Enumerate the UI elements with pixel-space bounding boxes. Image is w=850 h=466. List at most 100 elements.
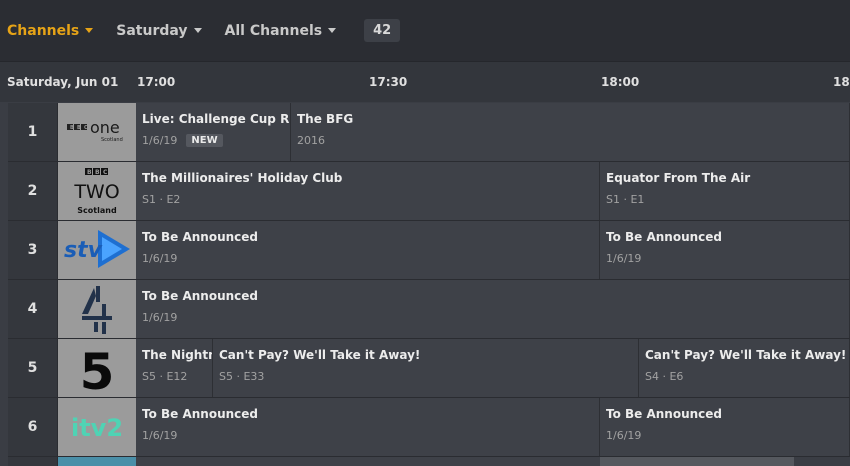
program-cell[interactable]: To Be Announced 1/6/19 <box>136 280 850 338</box>
program-cell-partial[interactable] <box>600 457 794 466</box>
svg-text:stv: stv <box>64 238 103 263</box>
program-meta: 1/6/19 NEW <box>142 134 290 147</box>
time-tick: 17:00 <box>137 75 176 89</box>
svg-text:B: B <box>95 169 100 176</box>
channel-number: 4 <box>8 280 58 338</box>
channel-number-partial <box>8 457 58 466</box>
program-meta: 1/6/19 <box>142 311 849 324</box>
svg-text:C: C <box>103 169 108 176</box>
channel-count-badge: 42 <box>364 19 401 42</box>
channel-row: 2 B B C TWO Scotland The Millionaires' H… <box>8 162 850 221</box>
program-subtitle: 2016 <box>297 134 325 147</box>
day-dropdown[interactable]: Saturday <box>116 22 202 39</box>
program-meta: S5 · E12 <box>142 370 212 383</box>
program-meta: 1/6/19 <box>606 429 849 442</box>
channel-row: 5 5 The Nightm S5 · E12 Can't Pay? We'll… <box>8 339 850 398</box>
time-tick: 17:30 <box>369 75 408 89</box>
caret-down-icon <box>193 28 202 33</box>
top-bar: Channels Saturday All Channels 42 <box>0 0 850 62</box>
channel-number: 3 <box>8 221 58 279</box>
stv-logo[interactable]: stv <box>58 221 136 279</box>
program-cell[interactable]: The BFG 2016 <box>291 103 850 161</box>
program-subtitle: 1/6/19 <box>142 311 178 324</box>
svg-text:5: 5 <box>80 343 115 397</box>
caret-down-icon <box>328 28 337 33</box>
program-cell[interactable]: Can't Pay? We'll Take it Away! S4 · E6 <box>639 339 850 397</box>
svg-text:itv2: itv2 <box>71 414 123 442</box>
program-cell[interactable]: Can't Pay? We'll Take it Away! S5 · E33 <box>213 339 639 397</box>
channel-row: 1 B B C one Scotland Live: Challenge Cup… <box>8 103 850 162</box>
program-subtitle: S5 · E12 <box>142 370 188 383</box>
time-bar: Saturday, Jun 01 17:00 17:30 18:00 18: <box>0 62 850 102</box>
program-title: The Nightm <box>142 348 212 362</box>
program-meta: S4 · E6 <box>645 370 849 383</box>
program-title: Live: Challenge Cup Rug <box>142 112 290 126</box>
program-subtitle: S4 · E6 <box>645 370 684 383</box>
channel-number: 5 <box>8 339 58 397</box>
program-meta: S1 · E1 <box>606 193 849 206</box>
channel-row: 4 To Be Announced 1/6/19 <box>8 280 850 339</box>
program-title: To Be Announced <box>142 289 259 303</box>
program-title: To Be Announced <box>606 230 723 244</box>
program-title: To Be Announced <box>142 230 259 244</box>
program-cell[interactable]: To Be Announced 1/6/19 <box>600 221 850 279</box>
program-cell[interactable]: To Be Announced 1/6/19 <box>136 398 600 456</box>
day-dropdown-label: Saturday <box>116 22 188 39</box>
program-subtitle: S5 · E33 <box>219 370 265 383</box>
program-cell-partial[interactable] <box>136 457 600 466</box>
bbc-one-scotland-logo[interactable]: B B C one Scotland <box>58 103 136 161</box>
bbc-two-scotland-logo[interactable]: B B C TWO Scotland <box>58 162 136 220</box>
program-subtitle: 1/6/19 <box>142 429 178 442</box>
program-cell[interactable]: Equator From The Air S1 · E1 <box>600 162 850 220</box>
program-subtitle: 1/6/19 <box>142 134 178 147</box>
svg-text:Scotland: Scotland <box>77 206 117 215</box>
new-badge: NEW <box>186 134 223 147</box>
program-subtitle: 1/6/19 <box>606 429 642 442</box>
program-title: To Be Announced <box>606 407 723 421</box>
program-title: Can't Pay? We'll Take it Away! <box>219 348 421 362</box>
svg-text:TWO: TWO <box>73 181 119 203</box>
program-meta: S5 · E33 <box>219 370 638 383</box>
program-subtitle: 1/6/19 <box>142 252 178 265</box>
program-title: The BFG <box>297 112 354 126</box>
channel-row-partial <box>8 457 850 466</box>
program-title: Equator From The Air <box>606 171 751 185</box>
program-cell[interactable]: To Be Announced 1/6/19 <box>136 221 600 279</box>
program-meta: 2016 <box>297 134 849 147</box>
channel-logo-partial[interactable] <box>58 457 136 466</box>
svg-text:C: C <box>84 125 88 131</box>
channel-4-logo[interactable] <box>58 280 136 338</box>
channel-5-logo[interactable]: 5 <box>58 339 136 397</box>
channel-row: 3 stv To Be Announced 1/6/19 To Be Annou… <box>8 221 850 280</box>
program-meta: 1/6/19 <box>606 252 849 265</box>
itv2-logo[interactable]: itv2 <box>58 398 136 456</box>
channel-number: 2 <box>8 162 58 220</box>
channels-dropdown-label: Channels <box>7 22 80 39</box>
time-tick: 18:00 <box>601 75 640 89</box>
channel-filter-dropdown[interactable]: All Channels <box>225 23 337 39</box>
program-title: To Be Announced <box>142 407 259 421</box>
time-tick: 18: <box>833 75 850 89</box>
svg-text:B: B <box>87 169 92 176</box>
program-meta: 1/6/19 <box>142 252 599 265</box>
channels-dropdown[interactable]: Channels <box>7 22 94 39</box>
program-cell[interactable]: The Millionaires' Holiday Club S1 · E2 <box>136 162 600 220</box>
guide-date: Saturday, Jun 01 <box>7 75 119 89</box>
program-subtitle: 1/6/19 <box>606 252 642 265</box>
channel-number: 1 <box>8 103 58 161</box>
program-grid: 1 B B C one Scotland Live: Challenge Cup… <box>8 103 850 466</box>
program-cell[interactable]: Live: Challenge Cup Rug 1/6/19 NEW <box>136 103 291 161</box>
svg-text:B: B <box>77 125 81 131</box>
program-meta: 1/6/19 <box>142 429 599 442</box>
svg-text:one: one <box>90 118 120 137</box>
program-title: Can't Pay? We'll Take it Away! <box>645 348 847 362</box>
channel-row: 6 itv2 To Be Announced 1/6/19 To Be Anno… <box>8 398 850 457</box>
program-meta: S1 · E2 <box>142 193 599 206</box>
program-cell[interactable]: To Be Announced 1/6/19 <box>600 398 850 456</box>
caret-down-icon <box>85 28 94 33</box>
program-subtitle: S1 · E1 <box>606 193 645 206</box>
program-subtitle: S1 · E2 <box>142 193 181 206</box>
channel-filter-label: All Channels <box>224 22 323 39</box>
channel-number: 6 <box>8 398 58 456</box>
program-cell[interactable]: The Nightm S5 · E12 <box>136 339 213 397</box>
